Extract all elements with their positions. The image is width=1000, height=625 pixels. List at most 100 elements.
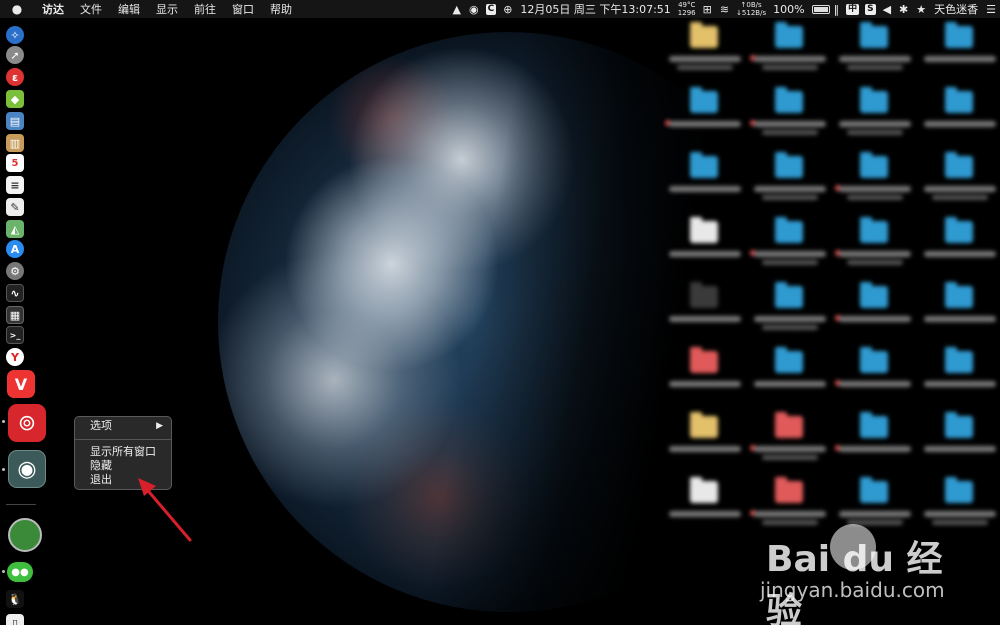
desktop-icon[interactable] xyxy=(920,20,1000,80)
m-app-icon[interactable]: ▲ xyxy=(449,3,465,16)
document-icon xyxy=(690,217,718,243)
finder-doc-icon[interactable]: ▯ xyxy=(6,614,24,625)
terminal2-icon[interactable]: >_ xyxy=(6,326,24,344)
label-blur xyxy=(839,511,911,517)
desktop-icon[interactable] xyxy=(665,475,745,535)
desktop-icon[interactable] xyxy=(750,280,830,340)
label-blur xyxy=(669,446,741,452)
launchpad-icon[interactable]: ➚ xyxy=(6,46,24,64)
wifi-icon[interactable]: ≋ xyxy=(716,3,733,16)
apple-menu-icon[interactable]: ● xyxy=(0,2,34,16)
activity-monitor-icon[interactable]: ∿ xyxy=(6,284,24,302)
volume-icon[interactable]: ◀ xyxy=(879,3,895,16)
desktop-icon[interactable] xyxy=(750,150,830,210)
label-blur xyxy=(762,455,818,460)
wechat-icon[interactable]: ●● xyxy=(7,562,33,582)
menu-options-label: 选项 xyxy=(90,419,112,432)
desktop-icon[interactable] xyxy=(920,85,1000,145)
desktop-icon[interactable] xyxy=(665,215,745,275)
preview-icon[interactable]: ▤ xyxy=(6,112,24,130)
label-blur xyxy=(754,511,826,517)
menu-edit[interactable]: 编辑 xyxy=(110,1,148,17)
desktop-icon[interactable] xyxy=(750,85,830,145)
document-icon xyxy=(690,477,718,503)
input-method[interactable]: 中 xyxy=(846,3,860,15)
appstore-icon[interactable]: A xyxy=(6,240,24,258)
label-blur xyxy=(847,195,903,200)
desktop-icon[interactable] xyxy=(665,410,745,470)
desktop-icon[interactable] xyxy=(750,215,830,275)
reminders-icon[interactable]: ≡ xyxy=(6,176,24,194)
menu-window[interactable]: 窗口 xyxy=(224,1,262,17)
label-blur xyxy=(839,56,911,62)
textedit-icon[interactable]: ✎ xyxy=(6,198,24,216)
skype-icon[interactable]: ◉ xyxy=(465,3,483,16)
desktop-icon[interactable] xyxy=(665,150,745,210)
folder-icon xyxy=(775,87,803,113)
desktop-icon[interactable] xyxy=(750,410,830,470)
menu-file[interactable]: 文件 xyxy=(72,1,110,17)
desktop-icon[interactable] xyxy=(835,150,915,210)
folder-icon xyxy=(860,477,888,503)
label-blur xyxy=(754,446,826,452)
calendar-icon[interactable]: 5 xyxy=(6,154,24,172)
maps-icon[interactable]: ◭ xyxy=(6,220,24,238)
menu-show-all-windows[interactable]: 显示所有窗口 xyxy=(75,445,171,459)
pause-icon[interactable]: ‖ xyxy=(830,3,844,16)
menu-go[interactable]: 前往 xyxy=(186,1,224,17)
desktop-icon[interactable] xyxy=(750,20,830,80)
desktop-icon[interactable] xyxy=(835,280,915,340)
window-icon[interactable]: ⊞ xyxy=(699,3,716,16)
globe-icon[interactable]: ⊕ xyxy=(499,3,516,16)
green-app-icon[interactable] xyxy=(8,518,42,552)
s-badge-icon[interactable]: S xyxy=(865,3,876,15)
desktop-icon[interactable] xyxy=(835,85,915,145)
desktop-icon[interactable] xyxy=(835,345,915,405)
net-down: ↓512B/s xyxy=(736,9,767,17)
eye-app-icon[interactable]: ◉ xyxy=(8,450,46,488)
desktop-icon[interactable] xyxy=(835,410,915,470)
label-blur xyxy=(839,381,911,387)
desktop-icon[interactable] xyxy=(920,410,1000,470)
temp-readout: 49°C xyxy=(678,1,696,9)
menu-help[interactable]: 帮助 xyxy=(262,1,300,17)
desktop-icon[interactable] xyxy=(920,215,1000,275)
desktop-icon[interactable] xyxy=(920,280,1000,340)
list-icon[interactable]: ☰ xyxy=(982,3,1000,16)
temp-fan-readout[interactable]: 49°C 1296 xyxy=(675,1,699,17)
netease-music-icon[interactable]: ⊚ xyxy=(8,404,46,442)
desktop-icon[interactable] xyxy=(665,85,745,145)
desktop-icon[interactable] xyxy=(920,150,1000,210)
battery-percent[interactable]: 100% xyxy=(769,3,808,16)
app-red-icon[interactable]: ε xyxy=(6,68,24,86)
datetime[interactable]: 12月05日 周三 下午13:07:51 xyxy=(516,1,674,17)
notes-icon[interactable]: ▥ xyxy=(6,134,24,152)
bluetooth-icon[interactable]: ✱ xyxy=(895,3,912,16)
desktop-icon[interactable] xyxy=(665,280,745,340)
c-badge-icon[interactable]: C xyxy=(485,3,497,15)
star-icon[interactable]: ★ xyxy=(912,3,930,16)
menu-finder[interactable]: 访达 xyxy=(34,1,72,17)
label-blur xyxy=(847,130,903,135)
folder-icon xyxy=(945,282,973,308)
username[interactable]: 天色迷香 xyxy=(930,1,982,17)
vivaldi-icon[interactable]: V xyxy=(7,370,35,398)
desktop-icon[interactable] xyxy=(665,345,745,405)
android-icon[interactable]: ◆ xyxy=(6,90,24,108)
desktop-icon[interactable] xyxy=(665,20,745,80)
settings-icon[interactable]: ⚙ xyxy=(6,262,24,280)
safari-icon[interactable]: ✧ xyxy=(6,26,24,44)
running-indicator xyxy=(2,420,5,423)
terminal-icon[interactable]: ▦ xyxy=(6,306,24,324)
battery-icon[interactable] xyxy=(811,4,830,14)
yandex-icon[interactable]: Y xyxy=(6,348,24,366)
menu-view[interactable]: 显示 xyxy=(148,1,186,17)
qq-icon[interactable]: 🐧 xyxy=(6,590,24,608)
desktop-icon[interactable] xyxy=(835,215,915,275)
network-speed[interactable]: ↑0B/s ↓512B/s xyxy=(733,1,769,17)
menu-options[interactable]: 选项 ▶ xyxy=(75,419,171,433)
desktop-icon[interactable] xyxy=(750,345,830,405)
desktop-icon[interactable] xyxy=(835,20,915,80)
desktop-icon[interactable] xyxy=(920,345,1000,405)
folder-icon xyxy=(945,87,973,113)
